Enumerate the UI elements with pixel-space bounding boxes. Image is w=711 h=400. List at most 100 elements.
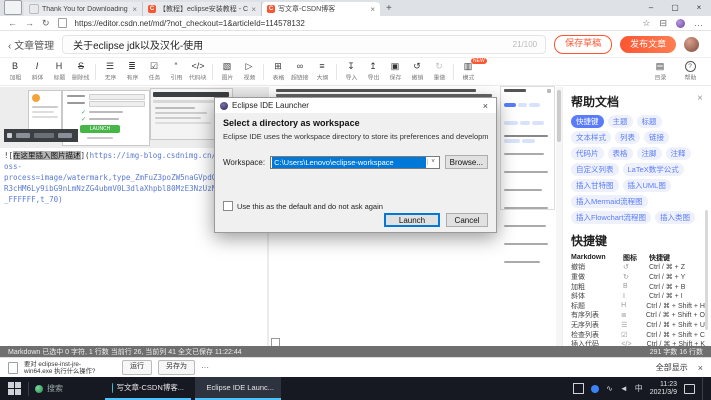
back-button[interactable]: ← — [8, 18, 17, 28]
toc-button[interactable]: ▤目录 — [649, 61, 671, 82]
browser-tab-1[interactable]: Thank You for Downloading Ecl × — [24, 2, 143, 16]
help-chip[interactable]: 自定义列表 — [571, 163, 619, 176]
italic-button[interactable]: I斜体 — [26, 61, 48, 82]
shortcuts-table-header: Markdown图标快捷键 — [571, 253, 705, 263]
close-button[interactable]: × — [687, 0, 711, 15]
ordered-list-button[interactable]: ≣有序 — [121, 61, 143, 82]
url-text[interactable]: https://editor.csdn.net/md/?not_checkout… — [75, 19, 635, 28]
new-tab-button[interactable]: + — [386, 3, 392, 14]
help-chip[interactable]: 表格 — [608, 147, 633, 160]
article-title-input[interactable] — [71, 38, 507, 51]
save-button[interactable]: ▣保存 — [384, 61, 406, 82]
browser-tab-strip: Thank You for Downloading Ecl × C 【教程】ec… — [0, 0, 711, 16]
workspace-path-value[interactable]: C:\Users\Lenovo\eclipse-workspace — [272, 157, 426, 168]
default-workspace-checkbox[interactable] — [223, 201, 233, 211]
taskbar-clock[interactable]: 11:23 2021/3/9 — [650, 381, 677, 397]
minimize-button[interactable]: – — [639, 0, 663, 15]
help-panel-close-icon[interactable]: × — [697, 93, 703, 104]
hyperlink-button[interactable]: ∞超链接 — [289, 61, 311, 82]
taskbar-search[interactable]: 搜索 — [35, 383, 101, 394]
help-chip[interactable]: 标题 — [637, 115, 662, 128]
download-save-as-button[interactable]: 另存为 — [158, 360, 195, 375]
forward-button[interactable]: → — [25, 18, 34, 28]
video-button[interactable]: ▷视频 — [238, 61, 260, 82]
notification-center-icon[interactable] — [684, 384, 695, 394]
browser-profile-avatar[interactable] — [676, 19, 685, 28]
dialog-title-bar[interactable]: Eclipse IDE Launcher × — [215, 98, 496, 113]
publish-button[interactable]: 发布文章 — [620, 36, 676, 53]
help-chip[interactable]: 插入Mermaid流程图 — [571, 195, 648, 208]
refresh-button[interactable]: ↻ — [42, 18, 50, 29]
combobox-dropdown-icon[interactable]: ˅ — [427, 159, 439, 165]
help-chip[interactable]: 链接 — [644, 131, 669, 144]
favorites-icon[interactable]: ☆ — [642, 18, 650, 29]
workspace-combobox[interactable]: C:\Users\Lenovo\eclipse-workspace ˅ — [270, 156, 440, 169]
editor-user-avatar[interactable] — [684, 37, 699, 52]
quote-button[interactable]: “引用 — [165, 61, 187, 82]
browser-tab-2[interactable]: C 【教程】eclipse安装教程 - CSDN × — [143, 2, 262, 16]
show-desktop-button[interactable] — [702, 377, 707, 400]
export-button[interactable]: ↥导出 — [362, 61, 384, 82]
help-button[interactable]: ?帮助 — [679, 61, 701, 82]
preview-scrollbar-thumb[interactable] — [557, 90, 561, 142]
input-language-indicator[interactable]: 中 — [635, 383, 643, 394]
browser-menu-icon[interactable]: … — [694, 18, 703, 28]
bold-button[interactable]: B加粗 — [4, 61, 26, 82]
browse-button[interactable]: Browse... — [445, 155, 488, 169]
mode-button[interactable]: ▥ 模式 NEW — [457, 61, 479, 82]
launch-button[interactable]: Launch — [384, 213, 440, 227]
network-icon[interactable]: ∿ — [606, 384, 613, 393]
help-chip[interactable]: 注脚 — [637, 147, 662, 160]
task-list-button[interactable]: ☑任务 — [143, 61, 165, 82]
tray-app-icon[interactable] — [591, 385, 599, 393]
eclipse-launcher-dialog: Eclipse IDE Launcher × Select a director… — [214, 97, 497, 233]
strikethrough-button[interactable]: S删除线 — [70, 61, 92, 82]
help-chip[interactable]: 插入甘特图 — [571, 179, 619, 192]
back-to-articles-link[interactable]: ‹ 文章管理 — [8, 37, 54, 52]
download-run-button[interactable]: 运行 — [122, 360, 152, 375]
download-more-icon[interactable]: ··· — [201, 363, 209, 372]
maximize-button[interactable]: ▢ — [663, 0, 687, 15]
taskbar-app-eclipse[interactable]: Eclipse IDE Launc... — [195, 377, 281, 400]
table-button[interactable]: ⊞表格 — [267, 61, 289, 82]
outline-button[interactable]: ≡大纲 — [311, 61, 333, 82]
heading-button[interactable]: H标题 — [48, 61, 70, 82]
help-chip[interactable]: 插入UML图 — [623, 179, 671, 192]
volume-icon[interactable]: ◄ — [620, 384, 628, 393]
help-chip[interactable]: 文本样式 — [571, 131, 611, 144]
code-block-button[interactable]: </>代码块 — [187, 61, 209, 82]
tab-close-icon[interactable]: × — [132, 5, 137, 14]
task-view-icon[interactable] — [573, 383, 584, 394]
help-chip[interactable]: 注释 — [666, 147, 691, 160]
browser-tab-3-active[interactable]: C 写文章-CSDN博客 × — [262, 2, 380, 16]
help-panel-scrollbar[interactable] — [705, 210, 708, 330]
tab-close-icon[interactable]: × — [370, 5, 375, 14]
article-title-field[interactable]: 21/100 — [62, 35, 546, 54]
cancel-button[interactable]: Cancel — [446, 213, 488, 227]
undo-button[interactable]: ↺撤销 — [406, 61, 428, 82]
help-chip[interactable]: 插入类图 — [655, 211, 695, 224]
unordered-list-button[interactable]: ☰无序 — [99, 61, 121, 82]
help-chip[interactable]: 插入Flowchart流程图 — [571, 211, 651, 224]
taskbar-app-edge[interactable]: 写文章-CSDN博客... — [105, 377, 191, 400]
redo-button[interactable]: ↻重做 — [428, 61, 450, 82]
image-button[interactable]: ▧图片 — [216, 61, 238, 82]
help-chip[interactable]: LaTeX数学公式 — [623, 163, 684, 176]
site-info-icon[interactable] — [58, 18, 67, 28]
collections-icon[interactable]: ⊟ — [659, 18, 667, 29]
help-chip[interactable]: 列表 — [615, 131, 640, 144]
tab-close-icon[interactable]: × — [251, 5, 256, 14]
background-thumbnail — [28, 90, 62, 130]
save-draft-button[interactable]: 保存草稿 — [554, 35, 612, 54]
taskbar: 搜索 写文章-CSDN博客... Eclipse IDE Launc... ∿ … — [0, 377, 711, 400]
help-chip[interactable]: 代码片 — [571, 147, 604, 160]
download-bar-close-icon[interactable]: × — [698, 363, 703, 373]
help-chip[interactable]: 主题 — [608, 115, 633, 128]
import-button[interactable]: ↧导入 — [340, 61, 362, 82]
tab-actions-icon[interactable] — [4, 0, 22, 15]
help-chip-shortcuts[interactable]: 快捷键 — [571, 115, 604, 128]
start-button[interactable] — [6, 381, 22, 397]
dialog-close-icon[interactable]: × — [480, 101, 491, 111]
download-show-all-button[interactable]: 全部显示 — [656, 362, 688, 373]
default-workspace-checkbox-label[interactable]: Use this as the default and do not ask a… — [237, 202, 383, 211]
